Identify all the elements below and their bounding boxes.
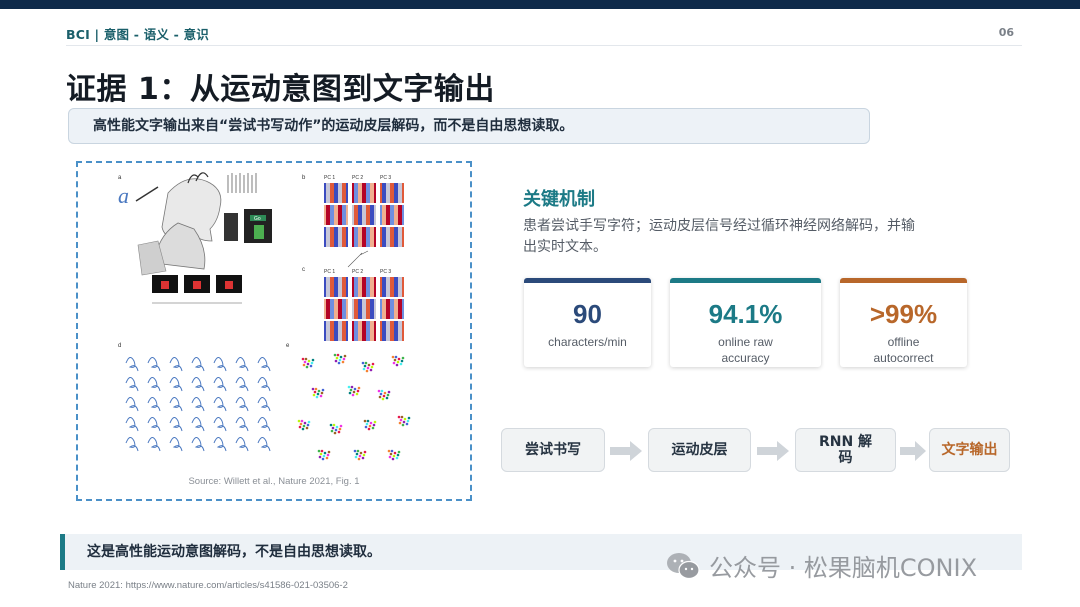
svg-text:PC 2: PC 2: [352, 175, 363, 181]
flow-arrow-icon: [900, 441, 926, 461]
svg-text:PC 2: PC 2: [352, 269, 363, 275]
page-title: 证据 1：从运动意图到文字输出: [66, 72, 495, 107]
svg-text:PC 1: PC 1: [324, 269, 335, 275]
metric-value: 94.1%: [708, 299, 783, 329]
flow-arrow-icon: [610, 441, 642, 461]
panel-label-a: a: [118, 175, 122, 181]
metric-value: >99%: [869, 299, 938, 329]
svg-text:PC 3: PC 3: [380, 269, 391, 275]
flow-step-text-output: 文字输出: [929, 428, 1010, 472]
go-label: Go: [254, 216, 261, 222]
metric-bar: [524, 278, 651, 283]
figure-illustration: a a Go b PC 1 PC 2 PC 3 c PC 1 PC 2 PC 3: [118, 172, 411, 461]
flow-step-attempt-writing: 尝试书写: [501, 428, 605, 472]
panel-label-d: d: [118, 343, 121, 349]
svg-text:a: a: [118, 183, 129, 208]
mechanism-heading: 关键机制: [523, 189, 595, 210]
flow-step-rnn-decoding: RNN 解码: [795, 428, 896, 472]
metric-card-online-accuracy: 94.1% online raw accuracy: [670, 278, 821, 367]
mechanism-description: 患者尝试手写字符；运动皮层信号经过循环神经网络解码，并输出实时文本。: [523, 218, 915, 255]
metric-value: 90: [573, 299, 602, 329]
breadcrumb: BCI | 意图 - 语义 - 意识: [66, 27, 210, 42]
flow-arrow-icon: [757, 441, 789, 461]
metric-label: offline autocorrect: [873, 335, 934, 365]
svg-text:PC 1: PC 1: [324, 175, 335, 181]
metric-label: characters/min: [548, 335, 627, 349]
subtitle-banner: 高性能文字输出来自“尝试书写动作”的运动皮层解码，而不是自由思想读取。: [68, 108, 870, 144]
metric-card-offline-accuracy: >99% offline autocorrect: [840, 278, 967, 367]
metric-bar: [670, 278, 821, 283]
figure-panel: a a Go b PC 1 PC 2 PC 3 c PC 1 PC 2 PC 3: [76, 161, 472, 501]
panel-label-c: c: [302, 267, 305, 273]
svg-text:PC 3: PC 3: [380, 175, 391, 181]
page-number: 06: [998, 26, 1014, 39]
wechat-icon: [667, 552, 700, 579]
header-divider: [66, 45, 1022, 46]
watermark-text: 公众号 · 松果脑机CONIX: [709, 554, 978, 582]
metric-card-speed: 90 characters/min: [524, 278, 651, 367]
top-bar: [0, 0, 1080, 9]
figure-source: Source: Willett et al., Nature 2021, Fig…: [188, 476, 360, 487]
panel-label-b: b: [302, 175, 306, 181]
panel-label-e: e: [286, 343, 290, 349]
watermark: 公众号 · 松果脑机CONIX: [665, 548, 977, 583]
flow-step-motor-cortex: 运动皮层: [648, 428, 751, 472]
footnote-url: Nature 2021: https://www.nature.com/arti…: [68, 580, 348, 591]
metric-bar: [840, 278, 967, 283]
metric-label: online raw accuracy: [718, 335, 773, 365]
